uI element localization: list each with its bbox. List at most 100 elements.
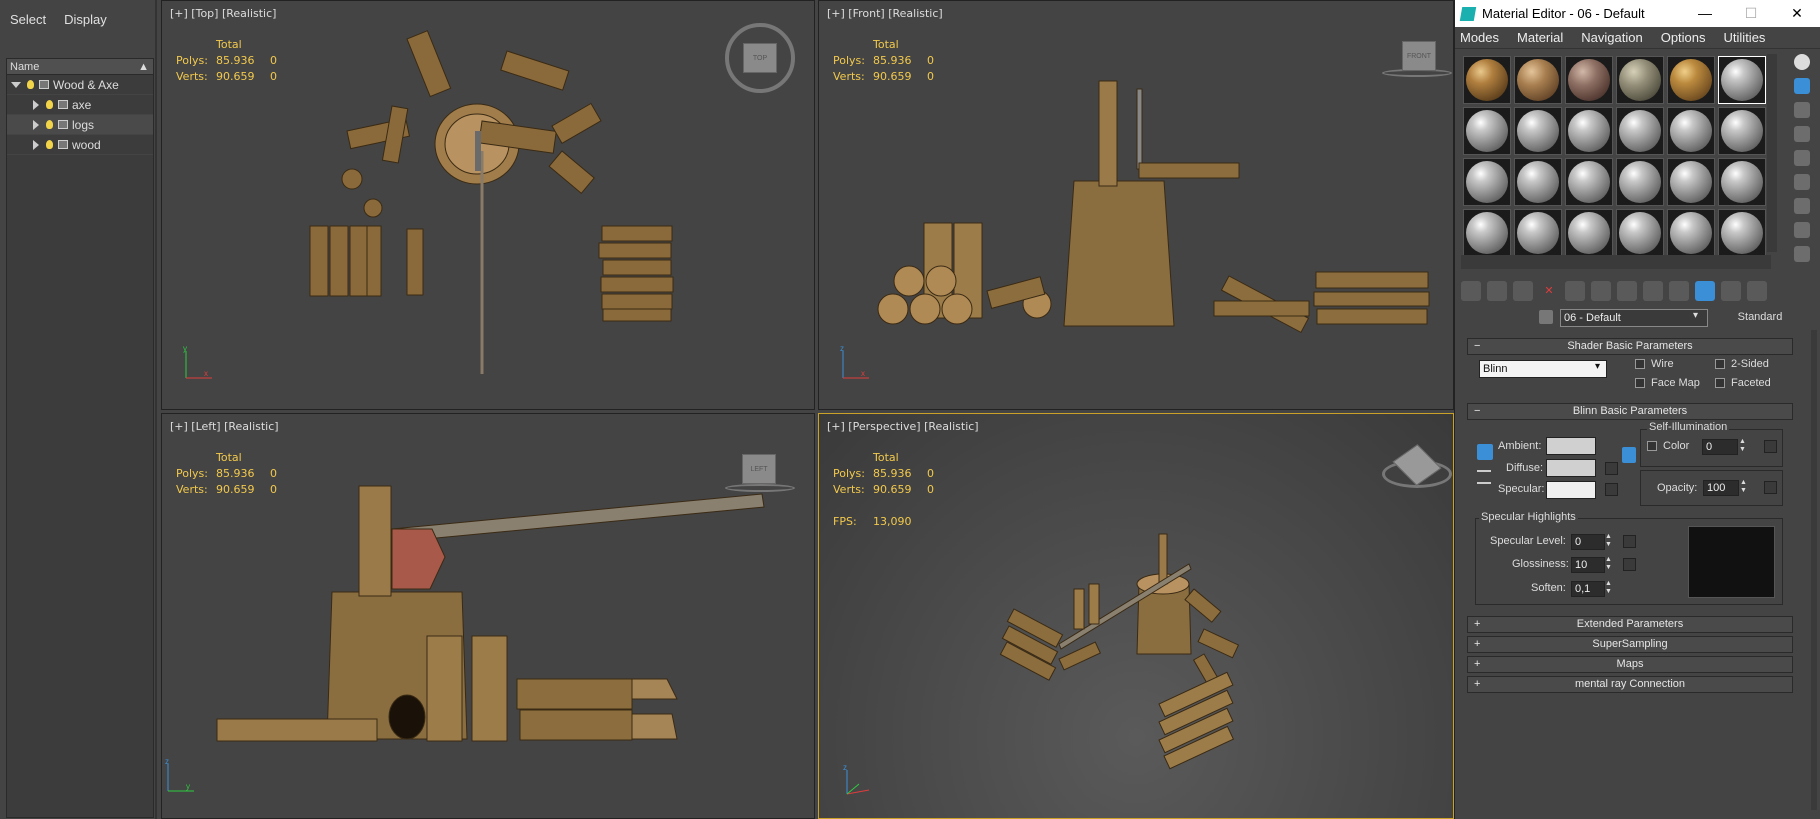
make-unique-icon[interactable]: [1591, 281, 1611, 301]
rollout-supersampling[interactable]: + SuperSampling: [1467, 636, 1793, 653]
material-slot[interactable]: [1718, 107, 1766, 155]
material-slot[interactable]: [1616, 209, 1664, 257]
rollout-extended-parameters[interactable]: + Extended Parameters: [1467, 616, 1793, 633]
lock-map-icon[interactable]: [1622, 447, 1636, 463]
specular-map-button[interactable]: [1605, 483, 1618, 496]
material-name-field[interactable]: 06 - Default: [1560, 309, 1708, 327]
viewport-perspective[interactable]: [+] [Perspective] [Realistic] Total Poly…: [818, 413, 1454, 819]
menu-display[interactable]: Display: [64, 12, 107, 27]
minimize-button[interactable]: —: [1682, 0, 1728, 27]
go-forward-icon[interactable]: [1747, 281, 1767, 301]
material-slot[interactable]: [1514, 209, 1562, 257]
select-by-material-icon[interactable]: [1794, 222, 1810, 238]
material-slot[interactable]: [1514, 107, 1562, 155]
tree-row-wood[interactable]: wood: [7, 135, 153, 155]
close-button[interactable]: ✕: [1774, 0, 1820, 27]
backlight-icon[interactable]: [1794, 78, 1810, 94]
column-header-name[interactable]: Name ▲: [7, 59, 153, 75]
self-illum-color-checkbox[interactable]: Color: [1647, 440, 1689, 452]
rollout-mental-ray-connection[interactable]: + mental ray Connection: [1467, 676, 1793, 693]
background-icon[interactable]: [1794, 102, 1810, 118]
expand-right-icon[interactable]: [33, 119, 39, 130]
tree-row-axe[interactable]: axe: [7, 95, 153, 115]
material-slot[interactable]: [1616, 56, 1664, 104]
sample-type-icon[interactable]: [1794, 54, 1810, 70]
rollout-shader-basic[interactable]: − Shader Basic Parameters: [1467, 338, 1793, 355]
material-map-navigator-icon[interactable]: [1794, 246, 1810, 262]
tree-row-root[interactable]: Wood & Axe: [7, 75, 153, 95]
specular-color-swatch[interactable]: [1546, 481, 1596, 499]
lock-ambient-diffuse-icon[interactable]: [1477, 444, 1493, 460]
opacity-map-button[interactable]: [1764, 481, 1777, 494]
menu-select[interactable]: Select: [10, 12, 46, 27]
rollout-maps[interactable]: + Maps: [1467, 656, 1793, 673]
material-slot[interactable]: [1565, 56, 1613, 104]
viewport-top[interactable]: [+] [Top] [Realistic] Total Polys: 85.936…: [161, 0, 815, 410]
glossiness-map-button[interactable]: [1623, 558, 1636, 571]
opacity-spinner[interactable]: 100: [1703, 480, 1739, 496]
lock-diffuse-specular-icon[interactable]: [1477, 470, 1491, 484]
two-sided-checkbox[interactable]: 2-Sided: [1715, 358, 1769, 370]
uv-tiling-icon[interactable]: [1794, 126, 1810, 142]
material-slot[interactable]: [1718, 158, 1766, 206]
put-to-scene-icon[interactable]: [1487, 281, 1507, 301]
copy-material-icon[interactable]: [1565, 281, 1585, 301]
assign-to-selection-icon[interactable]: [1513, 281, 1533, 301]
viewport-front[interactable]: [+] [Front] [Realistic] Total Polys: 85.9…: [818, 0, 1454, 410]
put-to-library-icon[interactable]: [1617, 281, 1637, 301]
material-slot[interactable]: [1463, 209, 1511, 257]
expand-right-icon[interactable]: [33, 139, 39, 150]
soften-spinner[interactable]: 0,1: [1571, 581, 1605, 597]
pick-material-icon[interactable]: [1539, 310, 1553, 324]
spinner-arrows-icon[interactable]: ▲ ▼: [1605, 533, 1612, 549]
visibility-icon[interactable]: [46, 120, 53, 129]
go-to-parent-icon[interactable]: [1721, 281, 1741, 301]
spinner-arrows-icon[interactable]: ▲ ▼: [1739, 438, 1746, 454]
show-map-icon[interactable]: [1669, 281, 1689, 301]
material-slot[interactable]: [1514, 56, 1562, 104]
material-slot[interactable]: [1616, 158, 1664, 206]
material-slot[interactable]: [1565, 107, 1613, 155]
get-material-icon[interactable]: [1461, 281, 1481, 301]
panel-scrollbar[interactable]: [1811, 330, 1817, 810]
maximize-button[interactable]: ☐: [1728, 0, 1774, 27]
menu-navigation[interactable]: Navigation: [1581, 30, 1642, 45]
shader-type-dropdown[interactable]: Blinn: [1479, 360, 1607, 378]
material-slot[interactable]: [1718, 209, 1766, 257]
visibility-icon[interactable]: [27, 80, 34, 89]
options-icon[interactable]: [1794, 198, 1810, 214]
material-slot[interactable]: [1565, 158, 1613, 206]
wire-checkbox[interactable]: Wire: [1635, 358, 1674, 370]
viewport-left[interactable]: [+] [Left] [Realistic] Total Polys: 85.93…: [161, 413, 815, 819]
show-end-result-icon[interactable]: [1695, 281, 1715, 301]
material-id-icon[interactable]: [1643, 281, 1663, 301]
material-type-button[interactable]: Standard: [1725, 311, 1795, 323]
material-slot[interactable]: [1667, 107, 1715, 155]
chevron-down-icon[interactable]: ▾: [1595, 361, 1600, 372]
expand-down-icon[interactable]: [11, 81, 21, 88]
expand-right-icon[interactable]: [33, 99, 39, 110]
visibility-icon[interactable]: [46, 140, 53, 149]
spinner-arrows-icon[interactable]: ▲ ▼: [1605, 580, 1612, 596]
ambient-color-swatch[interactable]: [1546, 437, 1596, 455]
self-illum-spinner[interactable]: 0: [1702, 439, 1738, 455]
specular-level-map-button[interactable]: [1623, 535, 1636, 548]
chevron-down-icon[interactable]: ▾: [1693, 310, 1698, 321]
menu-modes[interactable]: Modes: [1460, 30, 1499, 45]
reset-map-icon[interactable]: ✕: [1539, 281, 1559, 301]
rollout-blinn-basic[interactable]: − Blinn Basic Parameters: [1467, 403, 1793, 420]
material-slot[interactable]: [1463, 56, 1511, 104]
spinner-arrows-icon[interactable]: ▲ ▼: [1605, 556, 1612, 572]
make-preview-icon[interactable]: [1794, 174, 1810, 190]
spinner-arrows-icon[interactable]: ▲ ▼: [1740, 479, 1747, 495]
diffuse-map-button[interactable]: [1605, 462, 1618, 475]
material-slot[interactable]: [1463, 107, 1511, 155]
slots-scrollbar[interactable]: [1767, 54, 1777, 252]
menu-options[interactable]: Options: [1661, 30, 1706, 45]
faceted-checkbox[interactable]: Faceted: [1715, 377, 1771, 389]
diffuse-color-swatch[interactable]: [1546, 459, 1596, 477]
visibility-icon[interactable]: [46, 100, 53, 109]
tree-row-logs[interactable]: logs: [7, 115, 153, 135]
face-map-checkbox[interactable]: Face Map: [1635, 377, 1700, 389]
material-slot[interactable]: [1667, 209, 1715, 257]
